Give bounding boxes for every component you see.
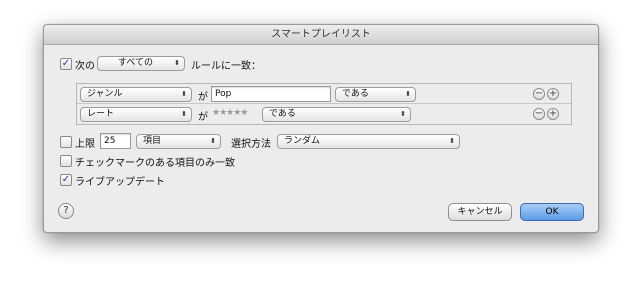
popup-arrow-icon: ⬍: [449, 137, 455, 145]
checked-only-checkbox[interactable]: [60, 155, 72, 167]
rating-stars[interactable]: ★★★★★: [212, 108, 248, 118]
popup-arrow-icon: ⬍: [181, 110, 187, 118]
match-scope-value: すべての: [118, 58, 154, 68]
remove-rule-button[interactable]: −: [533, 108, 545, 120]
ok-button[interactable]: OK: [520, 203, 584, 221]
cancel-button[interactable]: キャンセル: [448, 203, 512, 221]
popup-arrow-icon: ⬍: [210, 137, 216, 145]
popup-arrow-icon: ⬍: [181, 90, 187, 98]
rule-conj-label: が: [198, 92, 208, 103]
match-scope-popup[interactable]: すべての ⬍: [97, 56, 185, 71]
rule-operator-popup[interactable]: である ⬍: [262, 107, 411, 122]
popup-arrow-icon: ⬍: [400, 110, 406, 118]
popup-arrow-icon: ⬍: [405, 90, 411, 98]
limit-label: 上限: [75, 139, 95, 150]
checked-only-label: チェックマークのある項目のみ一致: [75, 158, 235, 169]
limit-unit-value: 項目: [143, 136, 162, 146]
live-update-label: ライブアップデート: [75, 177, 165, 188]
limit-value-field[interactable]: 25: [100, 133, 131, 149]
add-rule-button[interactable]: +: [547, 88, 559, 100]
rule-value-field[interactable]: Pop: [211, 86, 331, 102]
rule-field-popup[interactable]: レート ⬍: [80, 107, 192, 122]
rule-field-value: レート: [87, 109, 115, 119]
match-checkbox[interactable]: ✓: [60, 58, 72, 70]
rule-field-popup[interactable]: ジャンル ⬍: [80, 87, 192, 102]
rules-list: ジャンル ⬍ が Pop である ⬍ − + レート ⬍ が ★★★★★ である…: [76, 83, 572, 125]
match-suffix-label: ルールに一致：: [191, 61, 261, 72]
match-prefix-label: 次の: [75, 61, 95, 72]
check-mark-icon: ✓: [61, 174, 71, 185]
selection-method-label: 選択方法: [231, 139, 271, 150]
remove-rule-button[interactable]: −: [533, 88, 545, 100]
selection-method-value: ランダム: [284, 136, 321, 146]
check-mark-icon: ✓: [61, 58, 71, 69]
add-rule-button[interactable]: +: [547, 108, 559, 120]
window-title: スマートプレイリスト: [44, 25, 598, 45]
selection-method-popup[interactable]: ランダム ⬍: [277, 134, 460, 149]
help-button[interactable]: ?: [58, 203, 74, 219]
smart-playlist-dialog: スマートプレイリスト ✓ 次の すべての ⬍ ルールに一致： ジャンル ⬍ が …: [43, 24, 599, 233]
live-update-checkbox[interactable]: ✓: [60, 174, 72, 186]
limit-checkbox[interactable]: [60, 136, 72, 148]
rule-conj-label: が: [198, 112, 208, 123]
rule-field-value: ジャンル: [87, 89, 123, 99]
rule-operator-popup[interactable]: である ⬍: [335, 87, 416, 102]
popup-arrow-icon: ⬍: [174, 59, 180, 67]
rule-operator-value: である: [269, 109, 296, 119]
rule-divider: [77, 103, 571, 104]
limit-unit-popup[interactable]: 項目 ⬍: [136, 134, 221, 149]
rule-operator-value: である: [342, 89, 369, 99]
